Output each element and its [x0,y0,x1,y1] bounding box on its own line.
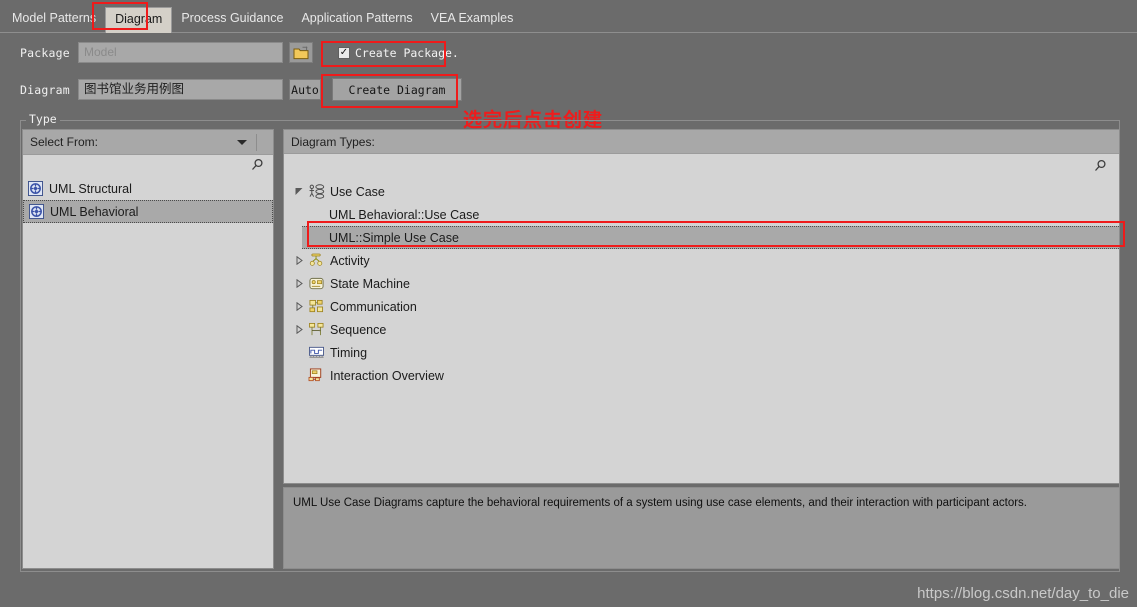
select-from-panel: Select From: UML Structural UML Behavior… [22,129,274,569]
tree-row-use-case[interactable]: Use Case [284,180,1119,203]
create-package-label: Create Package. [355,45,459,60]
auto-button[interactable]: Auto [289,79,321,100]
left-search-row[interactable] [23,155,273,177]
tree-row-label: Timing [330,345,368,360]
diagram-row: Diagram 图书馆业务用例图 Auto Create Diagram [20,78,462,101]
twisty-collapsed-icon[interactable] [290,325,308,334]
tree-row-activity[interactable]: Activity [284,249,1119,272]
list-item-uml-behavioral[interactable]: UML Behavioral [23,200,273,223]
sequence-icon [309,322,324,336]
twisty-collapsed-icon[interactable] [290,256,308,265]
form-area: Package Model ✓ Create Package. Diagram … [0,33,1137,131]
type-group-border-right [58,120,1120,121]
tree-row-label: Communication [330,299,417,314]
tree-row-label: Sequence [330,322,387,337]
search-icon[interactable] [1093,159,1107,173]
interaction-overview-icon [308,368,322,382]
tree-row-label: Interaction Overview [330,368,444,383]
activity-icon [309,253,323,266]
dropdown-divider [256,134,257,151]
tree-row-label: Activity [330,253,370,268]
diagram-types-header: Diagram Types: [284,130,1119,154]
twisty-expanded-icon[interactable] [290,187,308,196]
select-from-label: Select From: [30,135,99,149]
tree-row-uml-behavioral-use-case[interactable]: UML Behavioral::Use Case [284,203,1119,226]
tree-row-communication[interactable]: Communication [284,295,1119,318]
package-label: Package [20,45,70,60]
tab-vea-examples[interactable]: VEA Examples [422,7,523,31]
uml-icon [28,181,43,196]
list-item-label: UML Structural [49,181,132,196]
uml-icon [29,204,44,219]
tree-row-timing[interactable]: Timing [284,341,1119,364]
timing-icon [309,346,324,358]
description-text: UML Use Case Diagrams capture the behavi… [293,497,1028,509]
select-from-dropdown[interactable]: Select From: [23,130,273,155]
list-item-uml-structural[interactable]: UML Structural [23,177,273,200]
diagram-name-input[interactable]: 图书馆业务用例图 [78,79,283,100]
diagram-types-search-row[interactable] [284,154,1119,178]
diagram-label: Diagram [20,82,70,97]
tab-model-patterns[interactable]: Model Patterns [3,7,105,31]
tree-row-label: UML Behavioral::Use Case [329,207,480,222]
browse-package-button[interactable] [289,42,313,63]
folder-icon [293,45,309,59]
tree-row-sequence[interactable]: Sequence [284,318,1119,341]
create-package-checkmark: ✓ [338,46,350,59]
package-input[interactable]: Model [78,42,283,63]
search-icon[interactable] [250,158,264,172]
description-panel: UML Use Case Diagrams capture the behavi… [283,487,1120,569]
diagram-types-tree: Use Case UML Behavioral::Use Case UML::S… [284,178,1119,387]
communication-icon [309,299,324,313]
package-row: Package Model ✓ Create Package. [20,42,465,63]
tree-row-uml-simple-use-case[interactable]: UML::Simple Use Case [302,226,1119,249]
type-group-title: Type [26,112,60,126]
diagram-types-panel: Diagram Types: Use Case UML Behavioral::… [283,129,1120,484]
use-case-icon [309,184,325,199]
tab-process-guidance[interactable]: Process Guidance [172,7,292,31]
tab-bar: Model Patterns Diagram Process Guidance … [0,0,1137,33]
tree-row-state-machine[interactable]: State Machine [284,272,1119,295]
create-package-checkbox[interactable]: ✓ Create Package. [332,43,465,63]
state-machine-icon [309,277,324,290]
chevron-down-icon [237,140,247,145]
tree-row-label: State Machine [330,276,410,291]
tab-application-patterns[interactable]: Application Patterns [292,7,421,31]
diagram-types-label: Diagram Types: [291,134,375,149]
twisty-collapsed-icon[interactable] [290,279,308,288]
list-item-label: UML Behavioral [50,204,139,219]
tree-row-label: Use Case [330,184,385,199]
watermark-url: https://blog.csdn.net/day_to_die [917,585,1129,602]
tree-row-interaction-overview[interactable]: Interaction Overview [284,364,1119,387]
twisty-collapsed-icon[interactable] [290,302,308,311]
create-diagram-button[interactable]: Create Diagram [332,78,462,101]
tab-diagram[interactable]: Diagram [105,7,173,33]
tree-row-label: UML::Simple Use Case [329,230,459,245]
